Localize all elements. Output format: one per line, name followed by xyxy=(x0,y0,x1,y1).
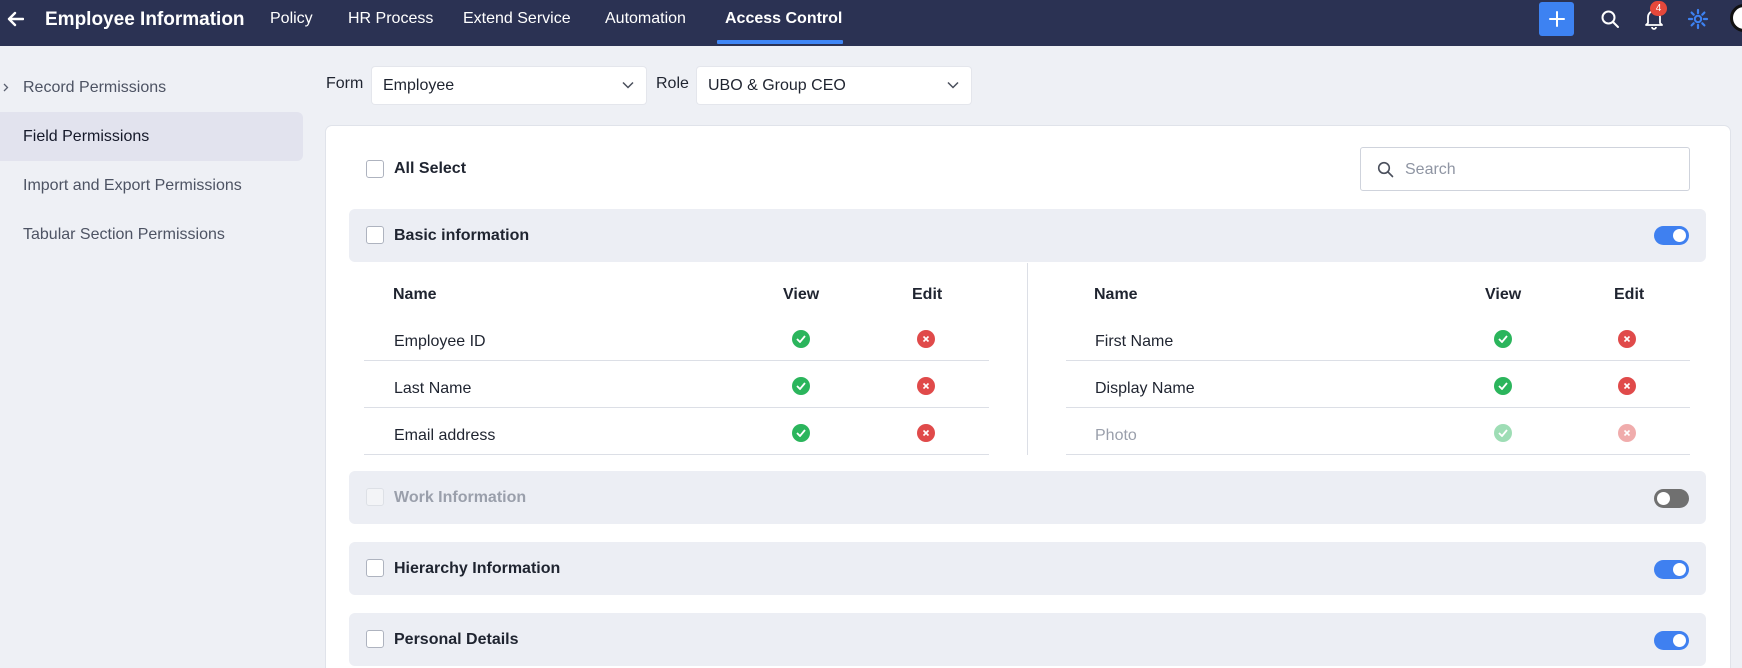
role-select[interactable]: UBO & Group CEO xyxy=(697,67,971,104)
check-circle-icon[interactable] xyxy=(1494,330,1512,348)
tab-automation[interactable]: Automation xyxy=(605,10,686,28)
chevron-down-icon xyxy=(947,81,959,89)
field-name: First Name xyxy=(1095,333,1174,350)
search-button[interactable] xyxy=(1598,7,1622,31)
sidebar-item-tabular-section-permissions[interactable]: Tabular Section Permissions xyxy=(0,210,303,259)
section-toggle[interactable] xyxy=(1654,560,1689,579)
sidebar-item-field-permissions[interactable]: Field Permissions xyxy=(0,112,303,161)
app-title: Employee Information xyxy=(45,9,245,30)
row-divider xyxy=(364,407,989,408)
active-tab-indicator xyxy=(717,40,843,44)
column-divider xyxy=(1027,263,1028,455)
sidebar-item-import-export-permissions[interactable]: Import and Export Permissions xyxy=(0,161,303,210)
row-divider xyxy=(1066,407,1690,408)
add-button[interactable] xyxy=(1539,2,1574,36)
row-divider xyxy=(1066,454,1690,455)
sidebar-item-label: Import and Export Permissions xyxy=(23,176,242,194)
field-name: Last Name xyxy=(394,380,472,397)
x-circle-icon[interactable] xyxy=(917,424,935,442)
row-divider xyxy=(364,454,989,455)
search-icon xyxy=(1377,161,1394,178)
search-icon xyxy=(1601,10,1619,28)
section-toggle[interactable] xyxy=(1654,489,1689,508)
column-header-name: Name xyxy=(1094,286,1138,303)
sidebar-item-label: Tabular Section Permissions xyxy=(23,225,225,243)
section-title: Personal Details xyxy=(394,631,519,648)
check-circle-icon[interactable] xyxy=(792,330,810,348)
search-placeholder: Search xyxy=(1405,161,1456,178)
section-checkbox[interactable] xyxy=(366,630,384,648)
notification-badge: 4 xyxy=(1650,1,1667,16)
avatar[interactable] xyxy=(1730,4,1742,32)
chevron-right-icon xyxy=(3,83,9,92)
arrow-left-icon xyxy=(7,11,24,27)
row-divider xyxy=(1066,360,1690,361)
field-name: Email address xyxy=(394,427,496,444)
column-header-edit: Edit xyxy=(1614,286,1645,303)
check-circle-icon xyxy=(1494,424,1512,442)
x-circle-icon[interactable] xyxy=(1618,330,1636,348)
form-select[interactable]: Employee xyxy=(372,67,646,104)
all-select-label: All Select xyxy=(394,160,467,177)
field-name: Employee ID xyxy=(394,333,486,350)
back-button[interactable] xyxy=(0,0,30,38)
check-circle-icon[interactable] xyxy=(792,424,810,442)
gear-icon xyxy=(1687,8,1709,30)
section-personal-details[interactable] xyxy=(349,613,1706,666)
tab-policy[interactable]: Policy xyxy=(270,10,313,28)
column-header-view: View xyxy=(1485,286,1522,303)
section-checkbox[interactable] xyxy=(366,226,384,244)
tab-access-control[interactable]: Access Control xyxy=(725,10,842,28)
check-circle-icon[interactable] xyxy=(792,377,810,395)
column-header-view: View xyxy=(783,286,820,303)
section-checkbox[interactable] xyxy=(366,559,384,577)
section-basic-information[interactable] xyxy=(349,209,1706,262)
field-name: Photo xyxy=(1095,427,1137,444)
section-title: Work Information xyxy=(394,489,527,506)
sidebar-item-label: Record Permissions xyxy=(23,78,167,96)
form-label: Form xyxy=(326,75,364,92)
role-select-value: UBO & Group CEO xyxy=(708,76,846,94)
section-work-information[interactable] xyxy=(349,471,1706,524)
x-circle-icon[interactable] xyxy=(917,377,935,395)
role-label: Role xyxy=(656,75,689,92)
search-input[interactable]: Search xyxy=(1360,147,1690,191)
row-divider xyxy=(364,360,989,361)
column-header-name: Name xyxy=(393,286,437,303)
section-checkbox xyxy=(366,488,384,506)
all-select-checkbox[interactable] xyxy=(366,160,384,178)
form-select-value: Employee xyxy=(383,76,455,94)
section-toggle[interactable] xyxy=(1654,226,1689,245)
top-bar: Employee Information Policy HR Process E… xyxy=(0,0,1742,46)
section-toggle[interactable] xyxy=(1654,631,1689,650)
column-header-edit: Edit xyxy=(912,286,943,303)
section-title: Hierarchy Information xyxy=(394,560,561,577)
chevron-down-icon xyxy=(622,81,634,89)
check-circle-icon[interactable] xyxy=(1494,377,1512,395)
section-title: Basic information xyxy=(394,227,530,244)
x-circle-icon[interactable] xyxy=(1618,377,1636,395)
sidebar-item-record-permissions[interactable]: Record Permissions xyxy=(0,63,303,112)
settings-button[interactable] xyxy=(1686,7,1710,31)
x-circle-icon xyxy=(1618,424,1636,442)
x-circle-icon[interactable] xyxy=(917,330,935,348)
sidebar-item-label: Field Permissions xyxy=(23,127,150,145)
tab-hr-process[interactable]: HR Process xyxy=(348,10,433,28)
field-name: Display Name xyxy=(1095,380,1195,397)
tab-extend-service[interactable]: Extend Service xyxy=(463,10,571,28)
plus-icon xyxy=(1548,11,1565,27)
